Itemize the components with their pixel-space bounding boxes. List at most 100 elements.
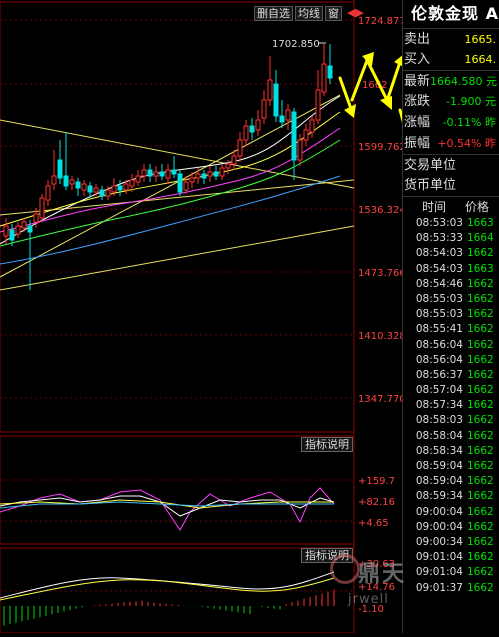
trade-row: 08:59:04 1662: [403, 474, 499, 489]
price-tick: 1599.762: [358, 142, 402, 153]
change-row: 涨跌 -1.900 元: [403, 91, 499, 112]
currency-unit-label: 货币单位: [404, 178, 457, 193]
time-column-header: 时间: [421, 200, 446, 214]
trade-price: 1662: [467, 551, 494, 564]
candlestick: [165, 169, 171, 179]
candlestick: [75, 181, 81, 189]
candlestick: [261, 99, 267, 119]
pct-row: 涨幅 -0.11% 昨: [403, 112, 499, 133]
change-label: 涨跌: [404, 94, 431, 109]
pct-label: 涨幅: [404, 115, 431, 130]
trade-price: 1662: [467, 308, 494, 321]
candlestick: [309, 119, 315, 133]
trade-row: 08:55:03 1662: [403, 292, 499, 307]
candlestick: [33, 213, 39, 223]
candlestick: [105, 189, 111, 197]
candlestick: [69, 179, 75, 185]
trade-row: 08:56:37 1662: [403, 368, 499, 383]
indicator2-tick: +14.76: [358, 582, 395, 593]
trade-time: 08:56:04: [415, 353, 463, 366]
candlestick: [321, 63, 327, 93]
indicator1-tick: +82.16: [358, 497, 395, 508]
trades-list[interactable]: 08:53:03 1663 08:53:33 1664 08:54:03 1662 08:5…: [403, 216, 499, 596]
trade-row: 08:57:34 1662: [403, 398, 499, 413]
indicator2-tick: +30.63: [358, 559, 395, 570]
high-price-label: 1702.850: [272, 39, 320, 50]
trade-time: 08:59:34: [415, 490, 463, 503]
trade-price: 1662: [467, 460, 494, 472]
quote-panel: 伦敦金现 A 卖出 1665. 买入 1664. 最新 1664.580 元 涨…: [402, 0, 499, 633]
candlestick: [189, 177, 195, 183]
indicator2-lines: [0, 571, 335, 601]
price-chart-svg: 1724.877 1662 1599.762 1536.324 1473.766…: [0, 0, 414, 634]
navigate-arrows-button[interactable]: ◀▶: [344, 6, 367, 22]
trades-header: 时间 价格: [403, 196, 499, 216]
trade-time: 09:01:04: [415, 551, 463, 564]
price-tick: 1536.324: [358, 205, 402, 216]
trade-row: 08:56:04 1662: [403, 338, 499, 353]
trade-price: 1662: [467, 535, 494, 548]
candlestick: [249, 125, 255, 133]
trade-time: 09:00:04: [415, 505, 463, 518]
candlestick: [141, 169, 147, 177]
trade-price: 1664: [467, 232, 494, 245]
trade-row: 08:55:41 1662: [403, 322, 499, 337]
candlestick: [123, 183, 129, 191]
trade-time: 08:59:04: [415, 475, 463, 488]
candlestick: [9, 229, 15, 241]
window-button[interactable]: 窗: [325, 6, 342, 21]
trade-time: 08:56:37: [415, 368, 463, 381]
candlestick: [315, 89, 321, 121]
trade-row: 08:55:03 1662: [403, 307, 499, 322]
candlestick: [285, 109, 291, 121]
candlestick: [147, 169, 153, 177]
candlestick: [225, 163, 231, 169]
candlestick: [255, 119, 261, 131]
moving-average-button[interactable]: 均线: [295, 6, 323, 21]
trade-row: 09:00:04 1662: [403, 520, 499, 535]
trade-row: 08:53:03 1663: [403, 216, 499, 231]
indicator2-axis: +30.63 +14.76 -1.10: [358, 559, 395, 615]
buy-label: 买入: [404, 52, 431, 67]
trade-price: 1662: [467, 247, 494, 260]
buy-value: 1664.: [464, 53, 497, 66]
trade-row: 08:58:04 1662: [403, 429, 499, 444]
candlestick: [207, 171, 213, 177]
trade-row: 09:00:34 1662: [403, 535, 499, 550]
last-row: 最新 1664.580 元: [403, 70, 499, 91]
trade-row: 08:56:04 1662: [403, 353, 499, 368]
sell-row: 卖出 1665.: [403, 28, 499, 49]
candlestick-chart-area[interactable]: 1724.877 1662 1599.762 1536.324 1473.766…: [0, 0, 414, 634]
indicator1-tick: +159.7: [358, 476, 395, 487]
indicator1-lines: [0, 487, 335, 531]
trade-time: 08:53:33: [415, 232, 463, 245]
candlestick: [93, 187, 99, 193]
trade-row: 09:00:04 1662: [403, 505, 499, 520]
candlestick: [63, 175, 69, 187]
remove-favorite-button[interactable]: 删自选: [254, 6, 293, 21]
ma-line-magenta: [0, 127, 341, 233]
pct-value: -0.11% 昨: [442, 116, 496, 129]
trade-price: 1662: [467, 490, 494, 503]
candlestick: [15, 225, 21, 235]
trade-row: 08:59:04 1662: [403, 459, 499, 474]
trade-time: 08:57:04: [415, 384, 463, 397]
candlestick: [153, 171, 159, 177]
candlestick: [183, 181, 189, 191]
indicator1-help-button[interactable]: 指标说明: [301, 437, 353, 452]
candlestick: [45, 185, 51, 201]
trade-time: 08:55:41: [415, 323, 463, 336]
trade-row: 08:54:03 1662: [403, 246, 499, 261]
ma-line-blue: [0, 175, 341, 265]
trade-time: 08:58:03: [415, 414, 463, 427]
candlestick: [111, 185, 117, 193]
trade-row: 09:01:04 1662: [403, 565, 499, 580]
indicator1-tick: +4.65: [358, 518, 389, 529]
candlestick: [81, 183, 87, 191]
indicator2-help-button[interactable]: 指标说明: [301, 548, 353, 563]
currency-unit-row: 货币单位: [403, 175, 499, 196]
candlestick: [279, 115, 285, 123]
candlestick: [297, 139, 303, 161]
candlestick: [237, 139, 243, 157]
candlestick: [87, 185, 93, 193]
